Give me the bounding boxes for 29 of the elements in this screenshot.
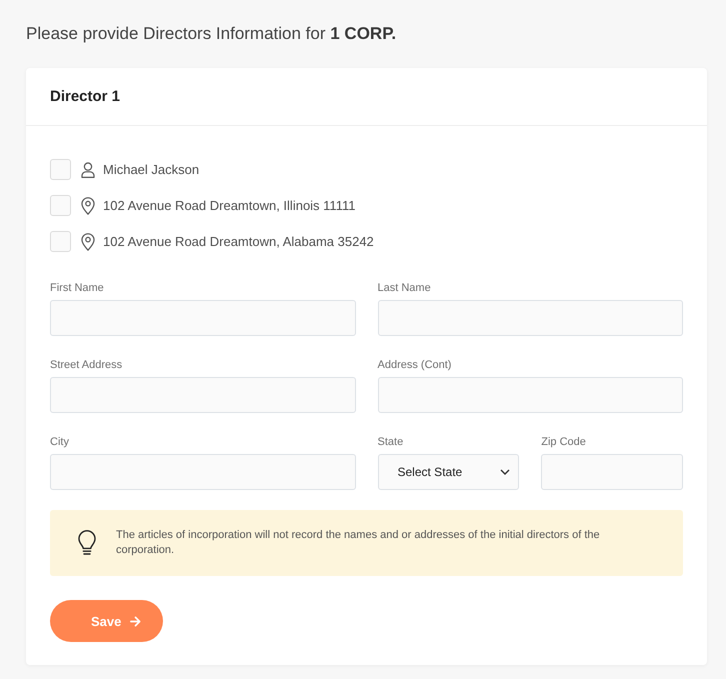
input-field[interactable] — [541, 454, 683, 490]
field-label: Address (Cont) — [378, 358, 452, 372]
person-icon — [81, 162, 95, 178]
note-text: The articles of incorporation will not record the names and or addresses of the initial directors of the corporation. — [116, 528, 601, 558]
page-heading: Please provide Directors Information for 1 CORP. — [26, 23, 396, 45]
input-field[interactable] — [50, 377, 356, 413]
field-label: City — [50, 435, 69, 449]
card-title: Director 1 — [50, 87, 120, 107]
field-label: Zip Code — [541, 435, 586, 449]
location-pin-icon — [81, 232, 95, 250]
suggestion-label: Michael Jackson — [103, 162, 200, 177]
location-pin-icon — [81, 196, 95, 214]
arrow-right-icon — [130, 616, 142, 626]
lightbulb-icon — [78, 530, 96, 556]
field-label: Last Name — [378, 281, 431, 295]
checkbox[interactable] — [50, 159, 71, 180]
input-field[interactable] — [50, 300, 356, 336]
input-field[interactable] — [50, 454, 356, 490]
checkbox[interactable] — [50, 231, 71, 252]
suggestion-label: 102 Avenue Road Dreamtown, Illinois 11111 — [103, 198, 356, 213]
field-label: First Name — [50, 281, 104, 295]
input-field[interactable] — [378, 377, 683, 413]
suggestion-label: 102 Avenue Road Dreamtown, Alabama 35242 — [103, 234, 374, 249]
chevron-down-icon — [500, 469, 510, 475]
input-field[interactable] — [378, 300, 683, 336]
field-label: Street Address — [50, 358, 122, 372]
checkbox[interactable] — [50, 195, 71, 216]
field-label: State — [378, 435, 404, 449]
state-dropdown[interactable]: Select State — [378, 454, 520, 490]
